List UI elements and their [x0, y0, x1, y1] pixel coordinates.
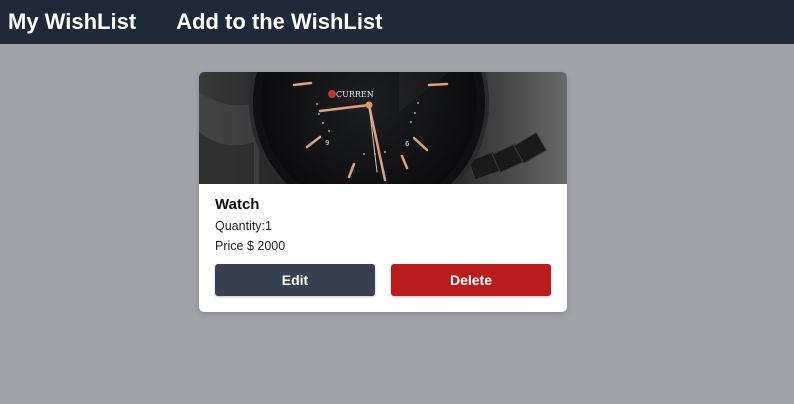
navbar: My WishList Add to the WishList: [0, 0, 794, 44]
svg-text:6: 6: [405, 140, 410, 148]
wishlist-card: 9 6 CURREN Watch Quantity:1 Price $ 2000…: [199, 72, 567, 312]
item-quantity: Quantity:1: [215, 219, 272, 233]
card-actions: Edit Delete: [215, 264, 551, 296]
nav-link-my-wishlist[interactable]: My WishList: [8, 0, 136, 44]
edit-button[interactable]: Edit: [215, 264, 375, 296]
product-image-watch: 9 6 CURREN: [199, 72, 567, 184]
brand-mark: CURREN: [336, 90, 374, 99]
delete-button[interactable]: Delete: [391, 264, 551, 296]
nav-link-add-to-wishlist[interactable]: Add to the WishList: [176, 0, 382, 44]
item-name: Watch: [215, 196, 260, 213]
item-price: Price $ 2000: [215, 239, 286, 253]
card-body: Watch Quantity:1 Price $ 2000 Edit Delet…: [199, 184, 567, 296]
svg-text:9: 9: [325, 139, 329, 147]
